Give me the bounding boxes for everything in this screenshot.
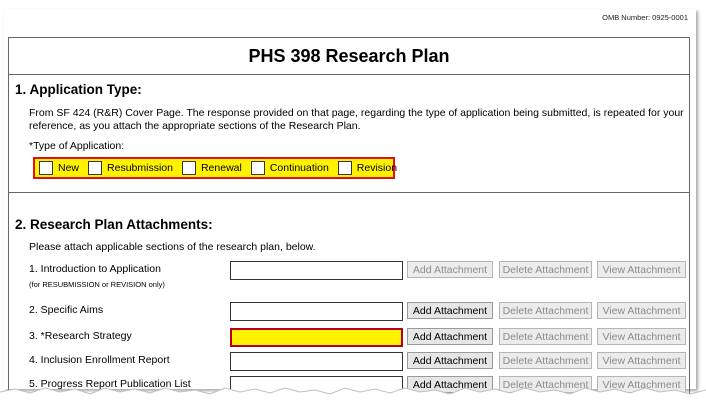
resubmission-label: Resubmission [107,162,173,174]
row-sublabel: (for RESUBMISSION or REVISION only) [29,280,165,289]
introduction-file-field[interactable] [230,261,403,280]
application-type-group: New Resubmission Renewal Continuation Re… [33,157,398,179]
renewal-checkbox[interactable] [181,161,196,175]
new-label: New [58,162,80,174]
torn-edge-bottom [0,387,706,405]
continuation-label: Continuation [269,162,329,174]
view-attachment-button[interactable]: View Attachment [597,302,686,319]
attachment-row-specific-aims: 2. Specific Aims Add Attachment Delete A… [9,302,689,322]
view-attachment-button[interactable]: View Attachment [597,352,686,369]
view-attachment-button[interactable]: View Attachment [597,328,686,345]
row-label: 1. Introduction to Application [29,263,161,275]
research-strategy-file-field[interactable] [230,328,403,347]
section1-heading: 1. Application Type: [15,82,142,97]
option-revision[interactable]: Revision [337,161,398,175]
option-new[interactable]: New [39,161,79,175]
delete-attachment-button[interactable]: Delete Attachment [499,261,592,278]
attachment-row-inclusion-enrollment: 4. Inclusion Enrollment Report Add Attac… [9,352,689,372]
attachment-row-research-strategy: 3. *Research Strategy Add Attachment Del… [9,328,689,348]
form-title: PHS 398 Research Plan [9,38,689,75]
row-label: 4. Inclusion Enrollment Report [29,354,170,366]
add-attachment-button[interactable]: Add Attachment [407,261,493,278]
row-label: 2. Specific Aims [29,304,104,316]
delete-attachment-button[interactable]: Delete Attachment [499,352,592,369]
section1-description: From SF 424 (R&R) Cover Page. The respon… [29,107,684,132]
section2-description: Please attach applicable sections of the… [29,241,316,253]
revision-checkbox[interactable] [337,161,352,175]
new-checkbox[interactable] [39,161,53,175]
form-frame: PHS 398 Research Plan 1. Application Typ… [8,37,690,398]
resubmission-checkbox[interactable] [88,161,103,175]
continuation-checkbox[interactable] [250,161,265,175]
form-page: OMB Number: 0925-0001 PHS 398 Research P… [4,9,696,398]
add-attachment-button[interactable]: Add Attachment [407,352,493,369]
add-attachment-button[interactable]: Add Attachment [407,328,493,345]
delete-attachment-button[interactable]: Delete Attachment [499,328,592,345]
option-resubmission[interactable]: Resubmission [88,161,173,175]
omb-number: OMB Number: 0925-0001 [602,13,688,22]
renewal-label: Renewal [200,162,242,174]
option-renewal[interactable]: Renewal [181,161,242,175]
delete-attachment-button[interactable]: Delete Attachment [499,302,592,319]
attachment-row-introduction: 1. Introduction to Application (for RESU… [9,261,689,289]
view-attachment-button[interactable]: View Attachment [597,261,686,278]
specific-aims-file-field[interactable] [230,302,403,321]
inclusion-enrollment-file-field[interactable] [230,352,403,371]
type-of-application-label: *Type of Application: [29,140,125,152]
section2-heading: 2. Research Plan Attachments: [15,217,213,232]
add-attachment-button[interactable]: Add Attachment [407,302,493,319]
revision-label: Revision [356,162,398,174]
section-divider [9,192,689,193]
option-continuation[interactable]: Continuation [250,161,329,175]
row-label: 3. *Research Strategy [29,330,132,342]
